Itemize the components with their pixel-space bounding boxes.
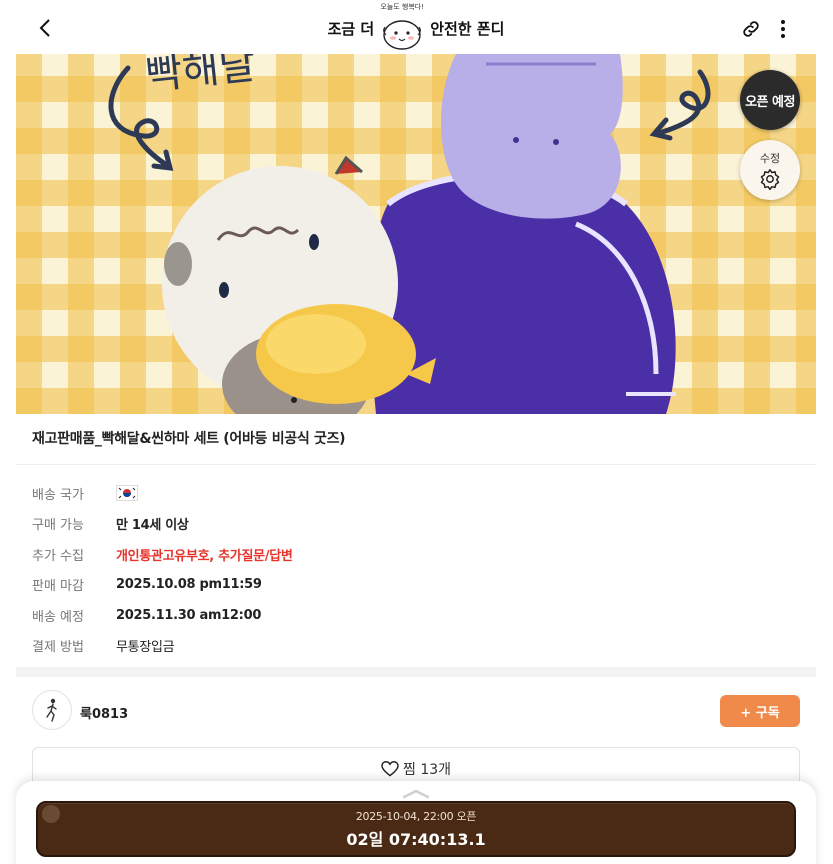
section-separator [16,667,816,677]
info-value: 2025.10.08 pm11:59 [116,577,262,593]
info-row-payment: 결제 방법 무통장입금 [32,631,792,662]
seller-name[interactable]: 룩0813 [80,703,128,722]
more-options-button[interactable] [774,18,792,40]
seller-row: 룩0813 + 구독 [32,690,800,732]
brand-text-right: 안전한 폰디 [430,19,505,38]
plush-photo: 빡해달 [108,54,711,414]
info-label: 판매 마감 [32,579,84,595]
open-soon-badge: 오픈 예정 [740,70,800,130]
more-vertical-icon [781,20,785,38]
mascot-icon: 오늘도 행복다! [378,3,426,51]
info-row-sale-deadline: 판매 마감 2025.10.08 pm11:59 [32,570,792,601]
info-row-extra-collection: 추가 수집 개인통관고유부호, 추가질문/답변 [32,539,792,570]
info-row-shipping-date: 배송 예정 2025.11.30 am12:00 [32,600,792,631]
seller-avatar[interactable] [32,690,72,730]
brand-logo[interactable]: 조금 더 오늘도 행복다! 안전한 폰디 [16,3,816,51]
edit-label: 수정 [759,152,781,165]
info-value: 만 14세 이상 [116,518,189,534]
info-value: 무통장입금 [116,640,175,656]
info-value [116,485,138,502]
info-label: 구매 가능 [32,518,84,534]
info-value: 개인통관고유부호, 추가질문/답변 [116,548,293,564]
info-row-age: 구매 가능 만 14세 이상 [32,509,792,540]
edit-button[interactable]: 수정 [740,140,800,200]
bottom-sheet: 2025-10-04, 22:00 오픈 02일 07:40:13.1 [16,781,816,864]
subscribe-button[interactable]: + 구독 [720,695,800,727]
countdown-timer: 02일 07:40:13.1 [346,830,486,849]
open-datetime: 2025-10-04, 22:00 오픈 [355,810,477,823]
product-image[interactable]: 빡해달 오픈 예정 수정 [16,54,816,414]
wishlist-count: 찜 13개 [402,762,452,778]
info-value: 2025.11.30 am12:00 [116,607,262,623]
mascot-tagline: 오늘도 행복다! [380,3,425,11]
info-row-shipping-country: 배송 국가 [32,478,792,509]
product-title: 재고판매품_빡해달&씬하마 세트 (어바등 비공식 굿즈) [32,431,346,447]
countdown-dot [42,805,60,823]
share-link-button[interactable] [740,18,762,40]
walking-figure-icon [46,698,57,722]
link-icon [743,21,759,37]
chevron-up-icon [402,789,430,799]
korea-flag-icon [116,485,138,502]
info-label: 추가 수집 [32,548,84,564]
info-label: 배송 국가 [32,487,84,503]
product-info-table: 배송 국가 구매 가능 만 14세 이상 추가 수집 개인통관고유부호, 추가질… [32,478,792,661]
top-bar: 조금 더 오늘도 행복다! 안전한 폰디 [16,0,816,54]
divider [16,464,816,465]
info-label: 결제 방법 [32,640,84,656]
handwriting-caption: 빡해달 [143,54,258,99]
app-window: 조금 더 오늘도 행복다! 안전한 폰디 빡해달 오픈 예정 수정 재고판매품_… [16,0,816,864]
heart-icon [381,761,399,777]
brand-text-left: 조금 더 [327,19,375,38]
sheet-handle[interactable] [400,785,432,799]
gear-icon [760,169,780,190]
info-label: 배송 예정 [32,609,84,625]
open-countdown-button[interactable]: 2025-10-04, 22:00 오픈 02일 07:40:13.1 [36,801,796,857]
